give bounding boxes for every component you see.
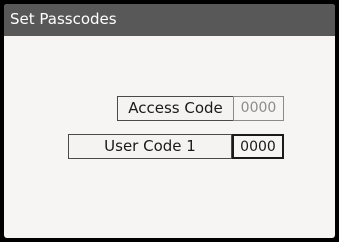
title-bar: Set Passcodes xyxy=(4,4,335,36)
user-code-1-field[interactable]: 0000 xyxy=(232,134,284,159)
access-code-field[interactable]: 0000 xyxy=(233,96,284,121)
set-passcodes-screen: Set Passcodes Access Code 0000 User Code… xyxy=(4,4,335,238)
access-code-label: Access Code xyxy=(117,96,234,121)
window-title: Set Passcodes xyxy=(10,10,117,28)
user-code-1-label: User Code 1 xyxy=(68,134,232,159)
